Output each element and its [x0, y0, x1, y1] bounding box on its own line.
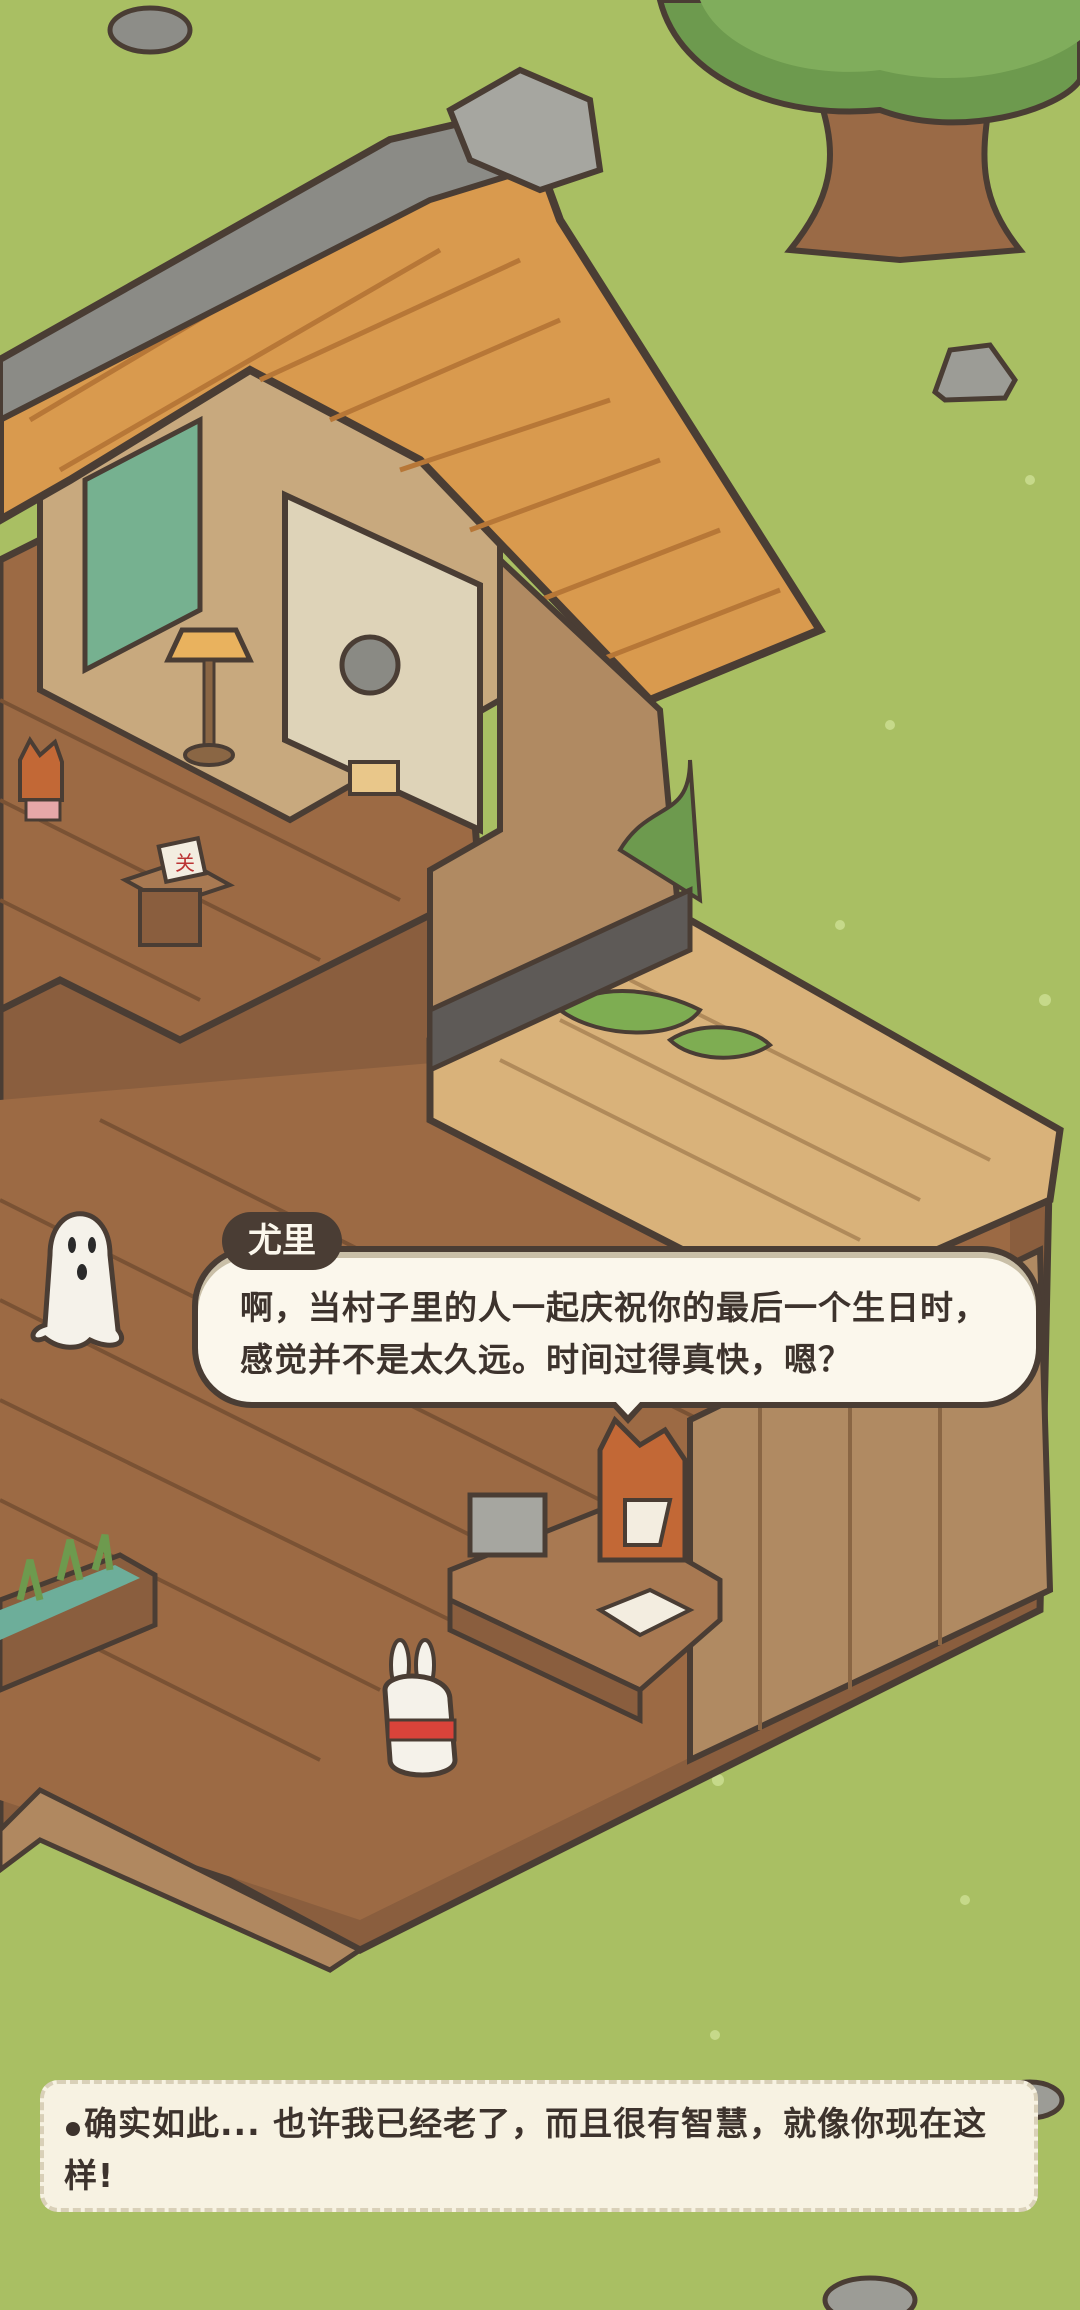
dialogue-tail-inner	[614, 1400, 642, 1415]
sign-text: 关	[175, 851, 195, 875]
dialogue-text: 啊，当村子里的人一起庆祝你的最后一个生日时，感觉并不是太久远。时间过得真快，嗯？	[240, 1288, 988, 1379]
fox-shopkeeper-character[interactable]	[597, 1415, 688, 1563]
rock-top	[107, 5, 193, 55]
dialogue-bubble[interactable]: 啊，当村子里的人一起庆祝你的最后一个生日时，感觉并不是太久远。时间过得真快，嗯？	[192, 1246, 1042, 1408]
small-fox-character[interactable]	[18, 736, 64, 822]
rock-right	[932, 342, 1018, 403]
choice-text: 确实如此... 也许我已经老了，而且很有智慧，就像你现在这样!	[64, 2104, 988, 2195]
game-scene: 关	[0, 0, 1080, 2310]
tree	[656, 0, 1080, 264]
speaker-name-tag: 尤里	[222, 1212, 342, 1270]
dialogue-choice-option[interactable]: 确实如此... 也许我已经老了，而且很有智慧，就像你现在这样!	[40, 2080, 1038, 2212]
